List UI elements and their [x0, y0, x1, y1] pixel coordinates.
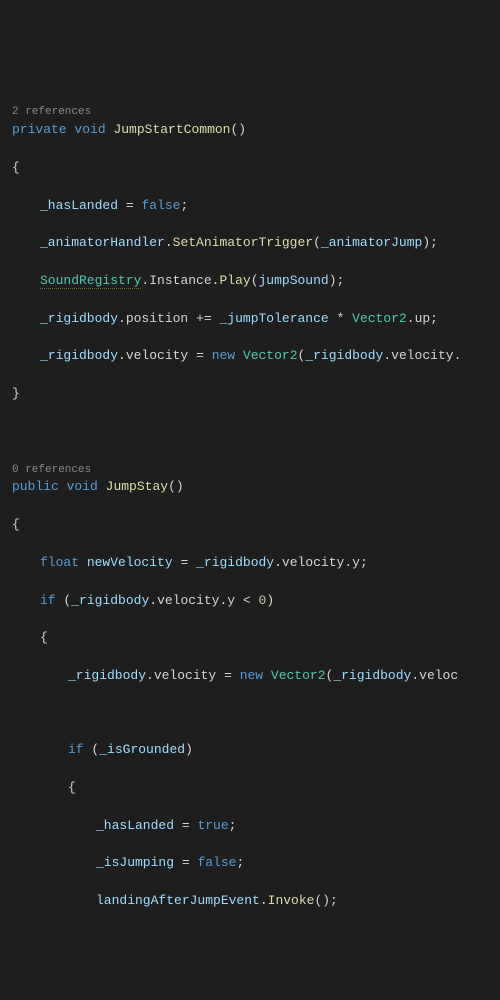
class-name: SoundRegistry	[40, 273, 141, 289]
code-line[interactable]: {	[12, 629, 500, 648]
number: 0	[259, 593, 267, 608]
field: _rigidbody	[196, 555, 274, 570]
code-editor[interactable]: 2 references private void JumpStartCommo…	[12, 83, 500, 929]
blank-line	[12, 705, 500, 723]
code-line[interactable]: landingAfterJumpEvent.Invoke();	[12, 892, 500, 911]
property: veloc	[419, 668, 458, 683]
code-line[interactable]: _hasLanded = false;	[12, 197, 500, 216]
keyword-new: new	[240, 668, 263, 683]
blank-line	[12, 423, 500, 441]
code-line[interactable]: _isJumping = false;	[12, 854, 500, 873]
code-line[interactable]: float newVelocity = _rigidbody.velocity.…	[12, 554, 500, 573]
keyword-if: if	[40, 593, 56, 608]
argument: jumpSound	[259, 273, 329, 288]
code-line[interactable]: if (_isGrounded)	[12, 741, 500, 760]
literal: false	[141, 198, 180, 213]
code-line[interactable]: }	[12, 385, 500, 404]
field: _rigidbody	[68, 668, 146, 683]
code-line[interactable]: SoundRegistry.Instance.Play(jumpSound);	[12, 272, 500, 291]
field: _rigidbody	[40, 311, 118, 326]
code-line[interactable]: _rigidbody.position += _jumpTolerance * …	[12, 310, 500, 329]
method-call: Play	[219, 273, 250, 288]
code-line[interactable]: _rigidbody.velocity = new Vector2(_rigid…	[12, 347, 500, 366]
code-line[interactable]: {	[12, 516, 500, 535]
property: velocity	[157, 593, 219, 608]
keyword-if: if	[68, 742, 84, 757]
code-line[interactable]: _hasLanded = true;	[12, 817, 500, 836]
property: velocity	[282, 555, 344, 570]
property: y	[227, 593, 235, 608]
property: up	[415, 311, 431, 326]
keyword-void: void	[67, 479, 98, 494]
field: _rigidbody	[40, 348, 118, 363]
field: _rigidbody	[71, 593, 149, 608]
field: _animatorHandler	[40, 235, 165, 250]
method-call: SetAnimatorTrigger	[173, 235, 313, 250]
method-name: JumpStay	[106, 479, 168, 494]
codelens-refs[interactable]: 2 references	[12, 106, 91, 118]
local-var: newVelocity	[87, 555, 173, 570]
method-name: JumpStartCommon	[113, 122, 230, 137]
field: _jumpTolerance	[219, 311, 328, 326]
keyword-private: private	[12, 122, 67, 137]
keyword-public: public	[12, 479, 59, 494]
field: _rigidbody	[333, 668, 411, 683]
keyword-new: new	[212, 348, 235, 363]
method-call: Invoke	[268, 893, 315, 908]
property: y	[352, 555, 360, 570]
field: _hasLanded	[96, 818, 174, 833]
keyword-type: float	[40, 555, 79, 570]
argument: _animatorJump	[321, 235, 422, 250]
class-name: Vector2	[271, 668, 326, 683]
keyword-void: void	[74, 122, 105, 137]
field: _hasLanded	[40, 198, 118, 213]
field: _isJumping	[96, 855, 174, 870]
property: position	[126, 311, 188, 326]
property: Instance	[149, 273, 211, 288]
literal: true	[197, 818, 228, 833]
code-line[interactable]: if (_rigidbody.velocity.y < 0)	[12, 592, 500, 611]
field: landingAfterJumpEvent	[96, 893, 260, 908]
field: _isGrounded	[99, 742, 185, 757]
class-name: Vector2	[352, 311, 407, 326]
code-line[interactable]: {	[12, 159, 500, 178]
code-line[interactable]: public void JumpStay()	[12, 478, 500, 497]
property: velocity	[154, 668, 216, 683]
property: velocity	[391, 348, 453, 363]
code-line[interactable]: {	[12, 779, 500, 798]
code-line[interactable]: _animatorHandler.SetAnimatorTrigger(_ani…	[12, 234, 500, 253]
code-line[interactable]: _rigidbody.velocity = new Vector2(_rigid…	[12, 667, 500, 686]
literal: false	[197, 855, 236, 870]
code-line[interactable]: private void JumpStartCommon()	[12, 121, 500, 140]
codelens-refs[interactable]: 0 references	[12, 464, 91, 476]
property: velocity	[126, 348, 188, 363]
class-name: Vector2	[243, 348, 298, 363]
field: _rigidbody	[305, 348, 383, 363]
